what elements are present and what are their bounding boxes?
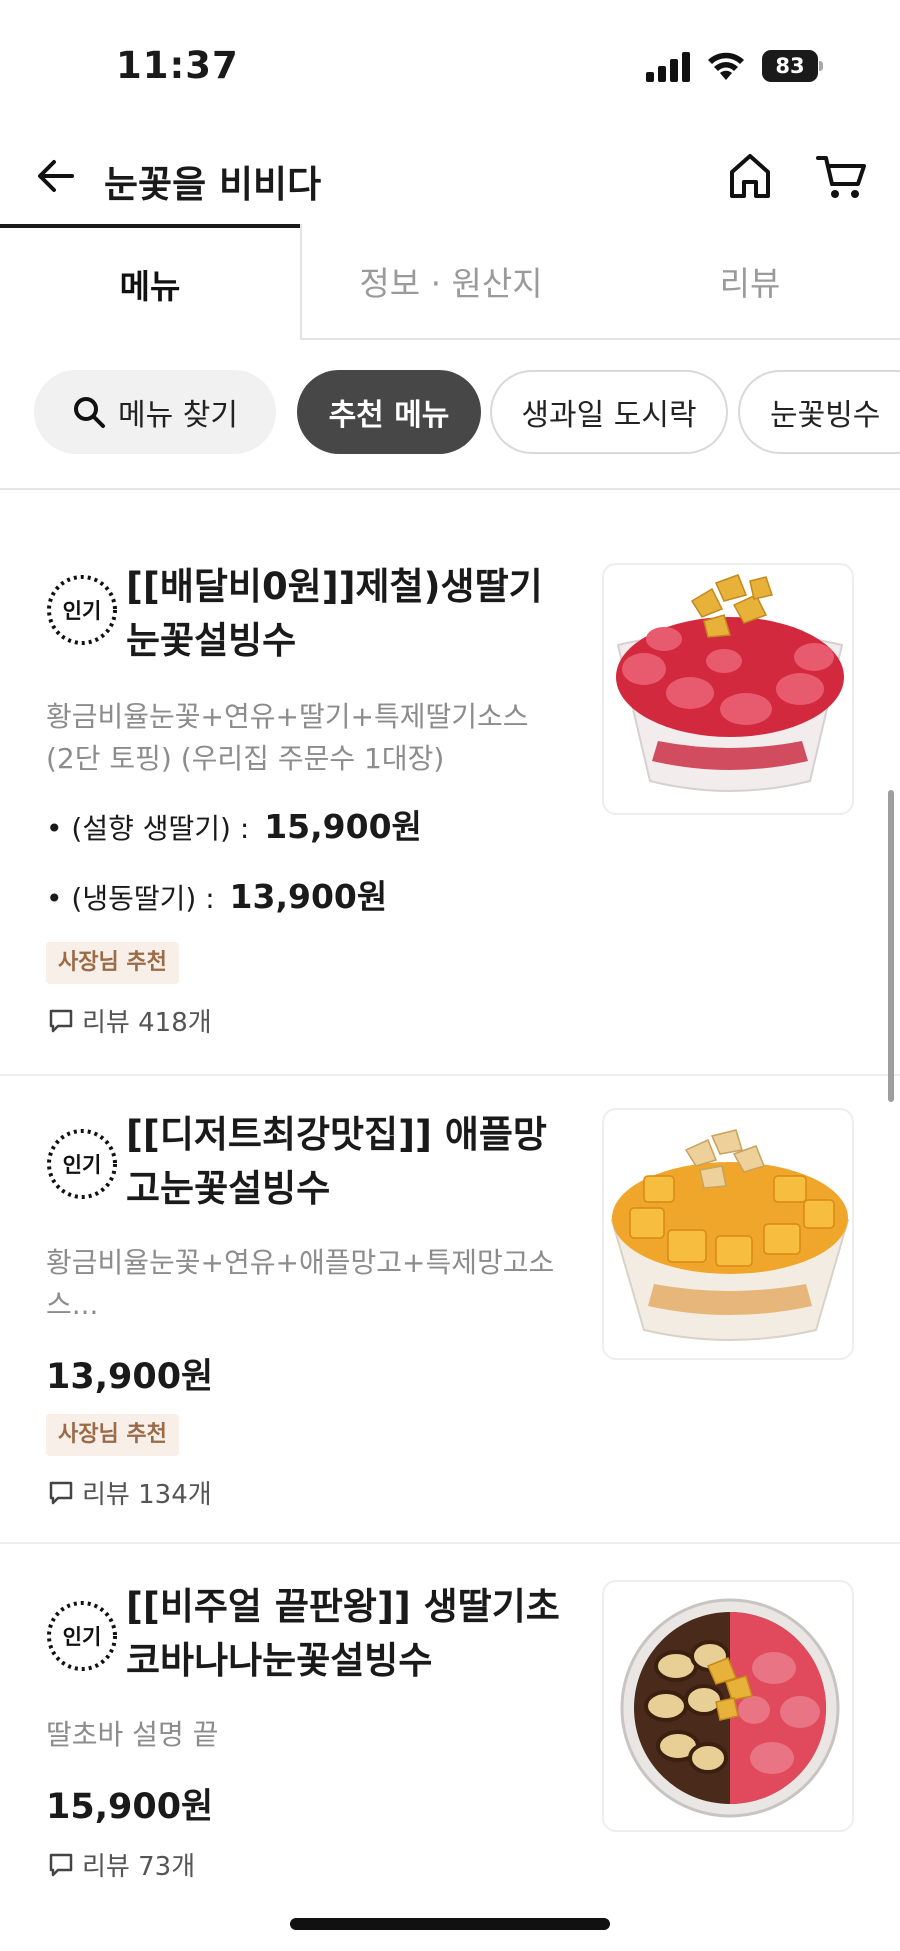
review-count-label: 리뷰 134개 bbox=[82, 1480, 212, 1510]
mango-bingsu-image bbox=[602, 1108, 854, 1360]
menu-search-label: 메뉴 찾기 bbox=[118, 398, 238, 433]
battery-level: 83 bbox=[762, 50, 818, 82]
search-icon bbox=[74, 397, 106, 428]
scrollbar[interactable] bbox=[888, 790, 894, 1102]
price-option: • (설향 생딸기) : 15,900원 bbox=[46, 800, 422, 848]
review-count: 리뷰 73개 bbox=[48, 1846, 195, 1883]
menu-item-description: 황금비율눈꽃+연유+딸기+특제딸기소스 (2단 토핑) (우리집 주문수 1대장… bbox=[46, 700, 529, 775]
home-icon[interactable] bbox=[726, 150, 774, 202]
menu-item-price: 15,900원 bbox=[46, 1787, 214, 1827]
price-option: • (냉동딸기) : 13,900원 bbox=[46, 870, 387, 918]
popular-badge-label: 인기 bbox=[63, 599, 102, 623]
app-header: 눈꽃을 비비다 bbox=[0, 140, 900, 220]
review-count: 리뷰 134개 bbox=[48, 1474, 212, 1511]
chip-recommended[interactable]: 추천 메뉴 bbox=[297, 370, 481, 454]
popular-badge-label: 인기 bbox=[63, 1625, 102, 1649]
item-separator bbox=[0, 1542, 900, 1544]
status-time: 11:37 bbox=[116, 44, 239, 87]
chip-snowflake-bingsu[interactable]: 눈꽃빙수 bbox=[738, 370, 900, 454]
popular-badge-icon: 인기 bbox=[47, 575, 117, 645]
price-option-label: • (설향 생딸기) : bbox=[46, 812, 250, 845]
chip-fresh-fruit-box[interactable]: 생과일 도시락 bbox=[490, 370, 728, 454]
tab-bar: 메뉴 정보 · 원산지 리뷰 bbox=[0, 224, 900, 340]
menu-item-name: [[비주얼 끝판왕]] 생딸기초코바나나눈꽃설빙수 bbox=[126, 1585, 560, 1682]
strawberry-bingsu-image bbox=[602, 563, 854, 815]
price-option-value: 15,900원 bbox=[264, 807, 422, 846]
back-arrow-icon[interactable] bbox=[32, 152, 80, 200]
review-count: 리뷰 418개 bbox=[48, 1002, 212, 1039]
speech-bubble-icon bbox=[49, 1481, 73, 1504]
price-option-label: • (냉동딸기) : bbox=[46, 882, 215, 915]
menu-item-name: [[배달비0원]]제철)생딸기 눈꽃설빙수 bbox=[126, 565, 543, 662]
price-option-value: 13,900원 bbox=[229, 877, 388, 916]
popular-badge-label: 인기 bbox=[63, 1153, 102, 1177]
menu-item-name: [[디저트최강맛집]] 애플망고눈꽃설빙수 bbox=[126, 1113, 547, 1210]
speech-bubble-icon bbox=[49, 1853, 73, 1876]
signal-icon bbox=[646, 52, 690, 82]
choco-banana-strawberry-bingsu-image bbox=[602, 1580, 854, 1832]
owner-recommend-tag: 사장님 추천 bbox=[46, 942, 179, 984]
menu-item-price: 13,900원 bbox=[46, 1357, 214, 1397]
chip-divider bbox=[0, 488, 900, 490]
home-indicator bbox=[290, 1918, 610, 1930]
review-count-label: 리뷰 73개 bbox=[82, 1852, 196, 1882]
menu-item-description: 황금비율눈꽃+연유+애플망고+특제망고소스... bbox=[46, 1246, 555, 1321]
category-chips: 메뉴 찾기 추천 메뉴 생과일 도시락 눈꽃빙수 bbox=[0, 370, 900, 456]
item-separator bbox=[0, 1074, 900, 1076]
owner-recommend-tag: 사장님 추천 bbox=[46, 1414, 179, 1456]
cart-icon[interactable] bbox=[816, 150, 868, 202]
tab-menu[interactable]: 메뉴 bbox=[0, 224, 300, 340]
popular-badge-icon: 인기 bbox=[47, 1601, 117, 1671]
speech-bubble-icon bbox=[49, 1009, 73, 1032]
menu-item-description: 딸초바 설명 끝 bbox=[46, 1718, 219, 1751]
review-count-label: 리뷰 418개 bbox=[82, 1008, 212, 1038]
wifi-icon bbox=[708, 52, 744, 80]
store-title: 눈꽃을 비비다 bbox=[104, 163, 322, 206]
status-bar: 11:37 83 bbox=[0, 0, 900, 130]
tab-reviews[interactable]: 리뷰 bbox=[600, 224, 900, 340]
tab-info-origin[interactable]: 정보 · 원산지 bbox=[300, 224, 600, 340]
popular-badge-icon: 인기 bbox=[47, 1129, 117, 1199]
battery-icon: 83 bbox=[762, 50, 823, 82]
menu-search-chip[interactable]: 메뉴 찾기 bbox=[34, 370, 276, 454]
